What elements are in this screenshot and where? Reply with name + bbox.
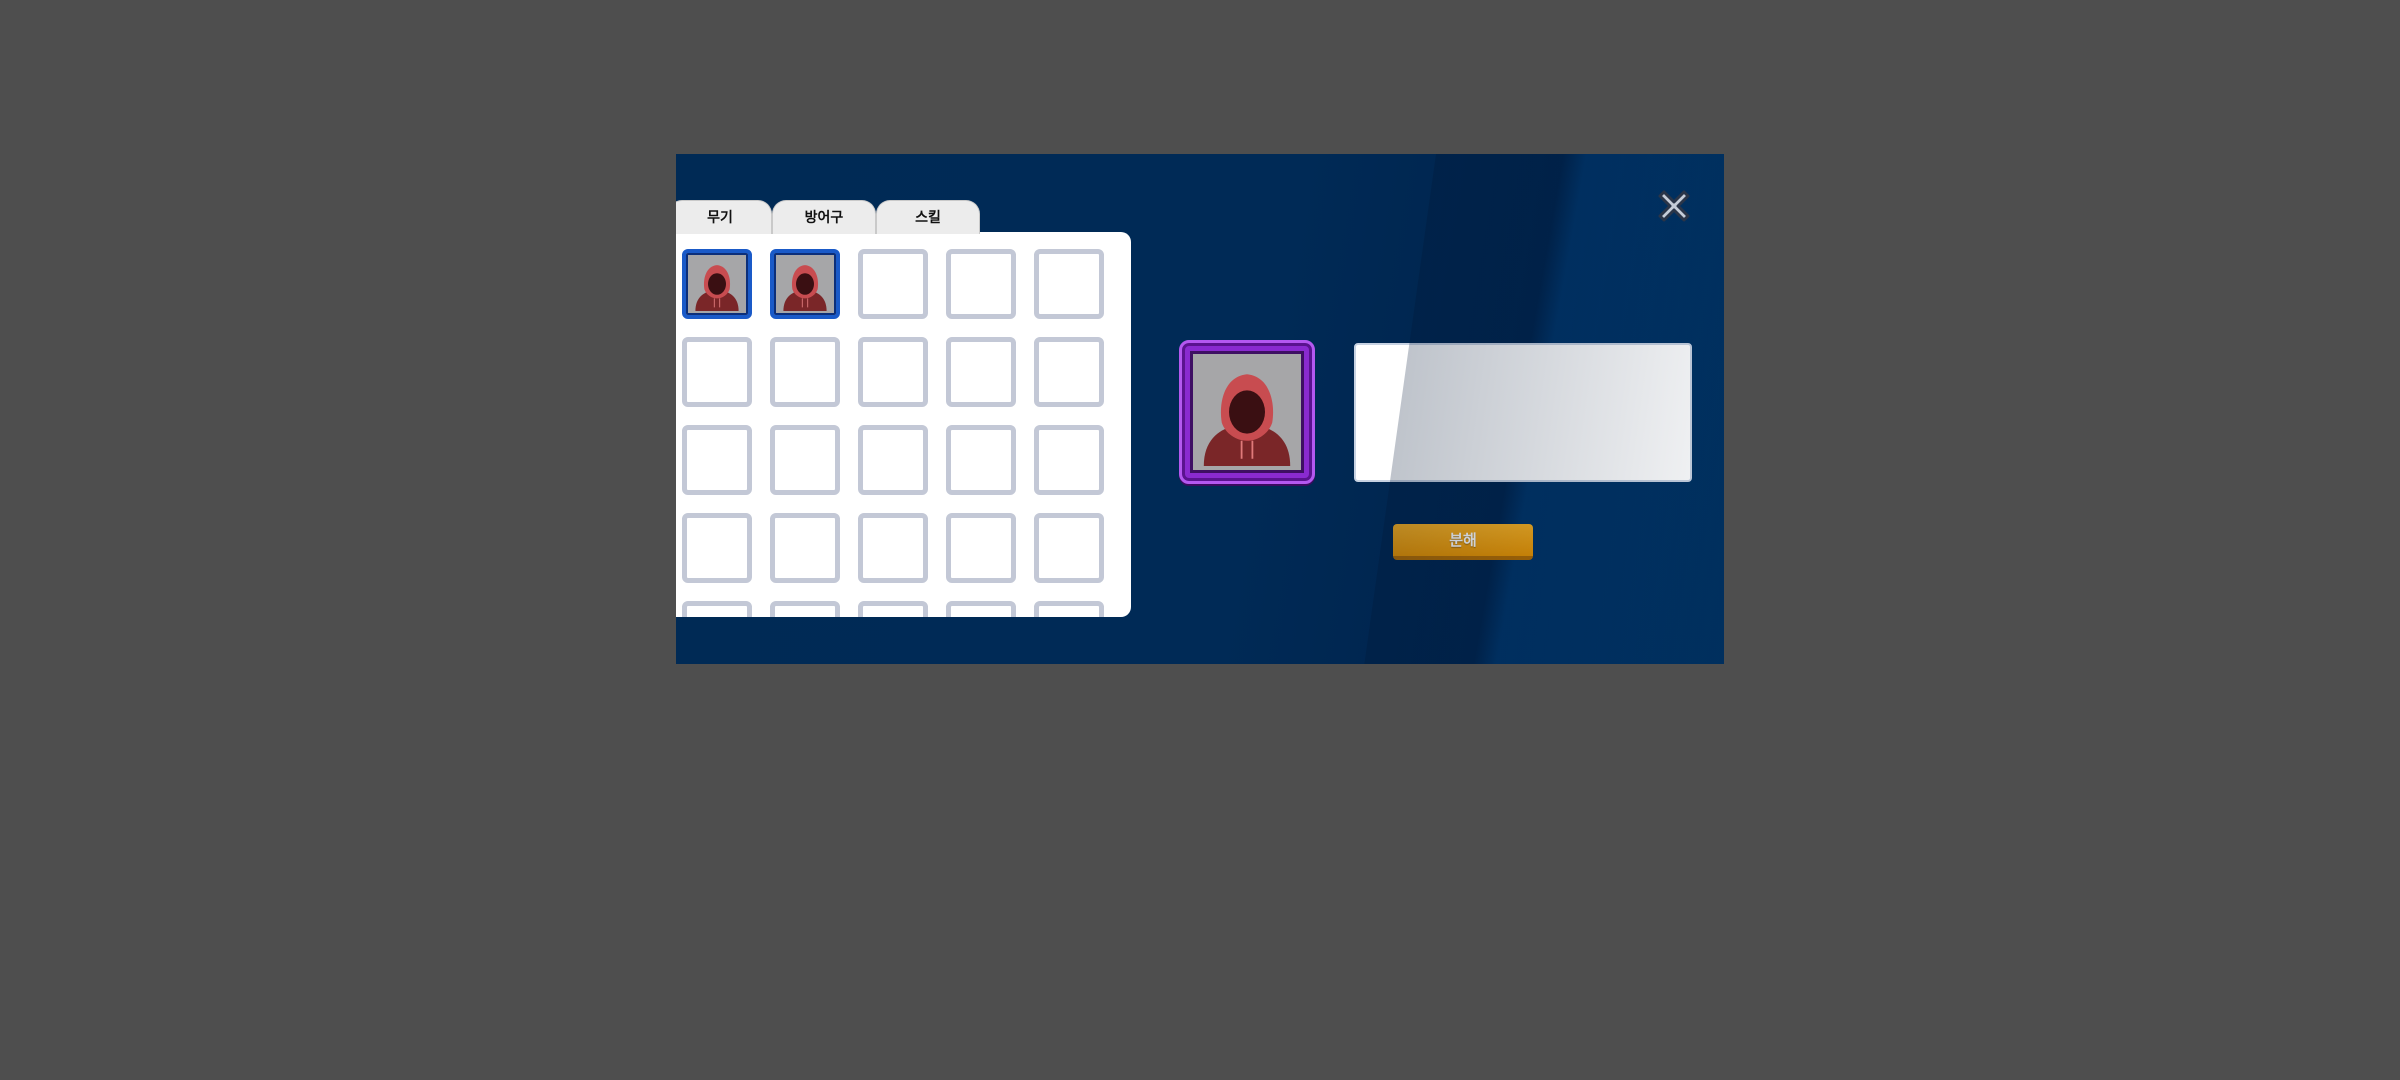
inventory-slot-empty[interactable] — [682, 337, 752, 407]
decompose-button[interactable]: 분해 — [1393, 524, 1533, 560]
close-icon — [1658, 190, 1690, 222]
inventory-slot-empty[interactable] — [946, 513, 1016, 583]
inventory-slot-empty[interactable] — [770, 425, 840, 495]
inventory-slot-empty[interactable] — [682, 425, 752, 495]
inventory-slot-empty[interactable] — [1034, 425, 1104, 495]
selected-item-frame — [1179, 340, 1315, 484]
close-button[interactable] — [1652, 184, 1696, 228]
inventory-slot-empty[interactable] — [682, 513, 752, 583]
inventory-slot-empty[interactable] — [1034, 513, 1104, 583]
inventory-panel[interactable] — [676, 232, 1131, 617]
inventory-slot-empty[interactable] — [946, 249, 1016, 319]
inventory-slot-filled[interactable] — [770, 249, 840, 319]
inventory-slot-empty[interactable] — [858, 425, 928, 495]
inventory-slot-empty[interactable] — [858, 249, 928, 319]
inventory-slot-empty[interactable] — [946, 601, 1016, 617]
tab-skill[interactable]: 스킬 — [876, 200, 980, 234]
inventory-slot-empty[interactable] — [858, 601, 928, 617]
inventory-slot-empty[interactable] — [770, 337, 840, 407]
inventory-slot-empty[interactable] — [946, 337, 1016, 407]
inventory-slot-empty[interactable] — [1034, 249, 1104, 319]
hooded-figure-icon — [1203, 374, 1291, 466]
disassemble-panel: 무기 방어구 스킬 분해 — [676, 154, 1724, 664]
hooded-figure-icon — [695, 265, 739, 311]
tab-weapon[interactable]: 무기 — [676, 200, 772, 234]
hooded-figure-icon — [783, 265, 827, 311]
inventory-slot-empty[interactable] — [682, 601, 752, 617]
inventory-slot-empty[interactable] — [858, 337, 928, 407]
tab-armor[interactable]: 방어구 — [772, 200, 876, 234]
inventory-slot-empty[interactable] — [770, 601, 840, 617]
inventory-slot-empty[interactable] — [1034, 601, 1104, 617]
inventory-slot-empty[interactable] — [858, 513, 928, 583]
inventory-slot-empty[interactable] — [770, 513, 840, 583]
item-info-box — [1354, 343, 1692, 482]
inventory-slot-filled[interactable] — [682, 249, 752, 319]
inventory-slot-empty[interactable] — [1034, 337, 1104, 407]
inventory-slot-empty[interactable] — [946, 425, 1016, 495]
selected-item-portrait — [1190, 351, 1304, 473]
